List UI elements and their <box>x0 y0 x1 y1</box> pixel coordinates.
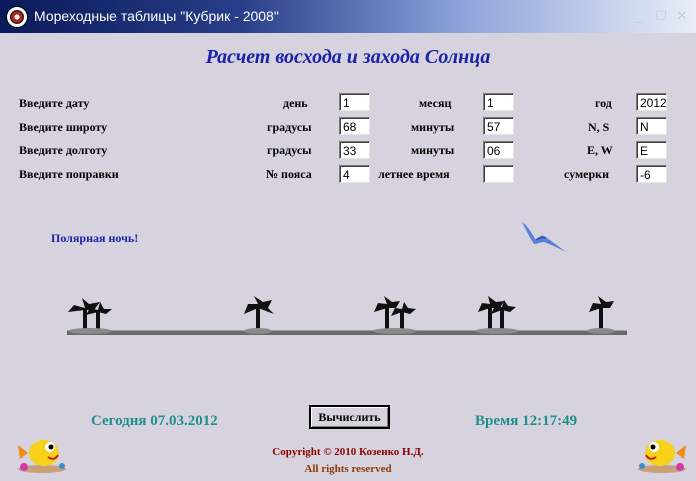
app-icon[interactable] <box>6 6 28 28</box>
rights-text: All rights reserved <box>304 463 392 475</box>
timezone-label: № пояса <box>266 167 312 181</box>
cartoon-fish-icon <box>638 440 686 473</box>
summer-time-input[interactable] <box>483 165 514 183</box>
ew-input[interactable]: E <box>636 141 667 159</box>
cartoon-fish-icon <box>18 440 66 473</box>
palm-tree-icon <box>475 296 519 334</box>
year-label: год <box>595 96 612 110</box>
lat-minutes-label: минуты <box>411 120 455 134</box>
twilight-input[interactable]: -6 <box>636 165 667 183</box>
title-bar: Мореходные таблицы "Кубрик - 2008" _ ☐ ✕ <box>0 0 696 33</box>
summer-time-label: летнее время <box>378 167 450 181</box>
palm-tree-icon <box>373 296 417 334</box>
month-label: месяц <box>419 96 452 110</box>
palm-tree-icon <box>244 296 274 334</box>
island-scene <box>67 296 627 335</box>
date-label: Введите дату <box>19 96 90 110</box>
day-label: день <box>283 96 308 110</box>
window-title: Мореходные таблицы "Кубрик - 2008" <box>34 8 279 24</box>
corrections-label: Введите поправки <box>19 167 119 181</box>
lat-degrees-label: градусы <box>267 120 312 134</box>
current-time: Время 12:17:49 <box>475 413 578 429</box>
palm-tree-icon <box>68 298 112 334</box>
copyright-text: Copyright © 2010 Козенко Н.Д. <box>272 446 424 458</box>
timezone-input[interactable]: 4 <box>339 165 370 183</box>
month-input[interactable]: 1 <box>483 93 514 111</box>
ns-input[interactable]: N <box>636 117 667 135</box>
maximize-button[interactable]: ☐ <box>652 9 670 25</box>
page-title: Расчет восхода и захода Солнца <box>205 46 491 68</box>
lon-minutes-label: минуты <box>411 143 455 157</box>
lon-degrees-input[interactable]: 33 <box>339 141 370 159</box>
lon-degrees-label: градусы <box>267 143 312 157</box>
calculate-button[interactable]: Вычислить <box>309 405 390 429</box>
twilight-label: сумерки <box>564 167 610 181</box>
palm-tree-icon <box>587 296 615 334</box>
today-date: Сегодня 07.03.2012 <box>91 413 218 429</box>
year-input[interactable]: 2012 <box>636 93 667 111</box>
lat-degrees-input[interactable]: 68 <box>339 117 370 135</box>
lon-minutes-input[interactable]: 06 <box>483 141 514 159</box>
minimize-button[interactable]: _ <box>630 9 648 25</box>
close-button[interactable]: ✕ <box>673 9 691 25</box>
ns-label: N, S <box>588 120 610 134</box>
ew-label: E, W <box>587 143 613 157</box>
longitude-label: Введите долготу <box>19 143 108 157</box>
latitude-label: Введите широту <box>19 120 108 134</box>
result-text: Полярная ночь! <box>51 231 139 245</box>
seagull-icon <box>522 222 566 252</box>
day-input[interactable]: 1 <box>339 93 370 111</box>
lat-minutes-input[interactable]: 57 <box>483 117 514 135</box>
